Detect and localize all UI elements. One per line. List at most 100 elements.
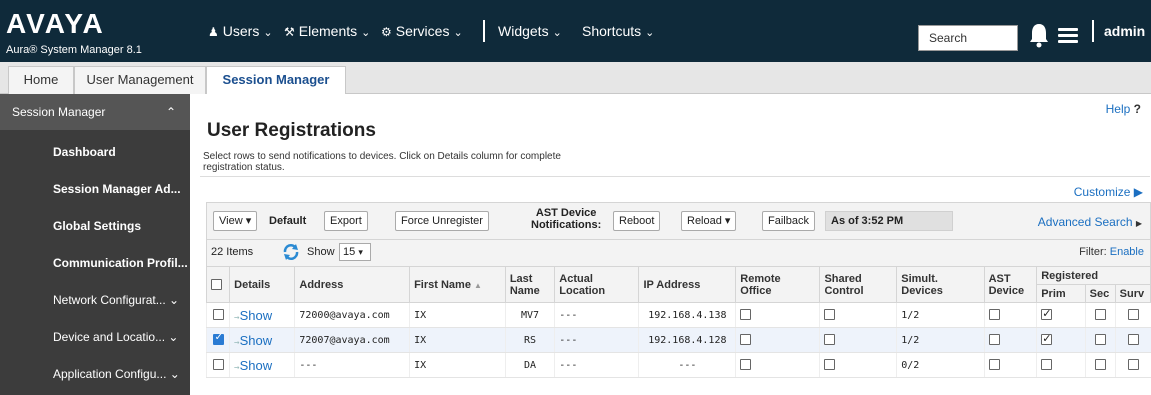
surv-checkbox[interactable] <box>1127 309 1139 321</box>
help-link[interactable]: Help ? <box>1106 102 1141 116</box>
nav-widgets-label: Widgets <box>498 23 549 39</box>
table-row[interactable]: →Show 72000@avaya.com IX MV7 --- 192.168.4.13… <box>205 302 1151 328</box>
details-cell[interactable]: →Show <box>229 302 295 328</box>
show-details-link[interactable]: Show <box>240 308 273 323</box>
sidebar-item-communication-profile[interactable]: Communication Profil... <box>0 245 190 281</box>
advanced-search-link[interactable]: Advanced Search ▶ <box>1038 215 1142 229</box>
chevron-down-icon: ⌄ <box>552 27 562 39</box>
user-menu[interactable]: admin <box>1104 0 1145 62</box>
remote-office-checkbox[interactable] <box>740 334 752 346</box>
remote-office-checkbox[interactable] <box>740 309 752 321</box>
sec-checkbox[interactable] <box>1094 359 1106 371</box>
col-address[interactable]: Address <box>294 266 411 303</box>
view-label: View <box>219 215 243 227</box>
menu-icon[interactable] <box>1058 28 1078 44</box>
ip-cell: --- <box>638 352 736 378</box>
shared-control-checkbox[interactable] <box>824 359 836 371</box>
location-cell: --- <box>554 352 639 378</box>
nav-services[interactable]: ⚙ Services ⌄ <box>381 0 463 62</box>
prim-checkbox[interactable] <box>1041 359 1053 371</box>
nav-shortcuts[interactable]: Shortcuts ⌄ <box>582 0 654 62</box>
sidebar-item-global-settings[interactable]: Global Settings <box>0 208 190 244</box>
col-remote-office[interactable]: Remote Office <box>735 266 821 303</box>
sidebar-item-session-manager-admin[interactable]: Session Manager Ad... <box>0 171 190 207</box>
table-body: →Show 72000@avaya.com IX MV7 --- 192.168.4.13… <box>205 302 1151 378</box>
col-first-name[interactable]: First Name ▲ <box>409 266 506 303</box>
row-select-checkbox[interactable] <box>212 359 224 371</box>
simult-devices-cell: 1/2 <box>896 302 985 328</box>
nav-elements-label: Elements <box>298 23 358 39</box>
prim-checkbox[interactable] <box>1041 307 1053 321</box>
view-dropdown[interactable]: View ▾ <box>213 211 258 231</box>
details-cell[interactable]: →Show <box>229 327 295 353</box>
reload-dropdown[interactable]: Reload ▾ <box>681 211 737 231</box>
nav-users[interactable]: ♟ Users ⌄ <box>208 0 273 62</box>
sidebar-item-device-location[interactable]: Device and Locatio... ⌄ <box>0 319 190 355</box>
item-count: 22 Items <box>211 246 254 258</box>
col-shared-control[interactable]: Shared Control <box>819 266 898 303</box>
page-size-select[interactable]: 15 ▾ <box>339 243 371 261</box>
failback-button[interactable]: Failback <box>762 211 815 231</box>
shared-control-checkbox[interactable] <box>824 309 836 321</box>
advanced-search-label: Advanced Search <box>1037 215 1133 229</box>
sidebar-item-label: Device and Locatio... <box>53 330 166 344</box>
remote-office-cell <box>735 327 820 353</box>
sidebar-item-dashboard[interactable]: Dashboard <box>0 134 190 170</box>
row-select-cell[interactable] <box>205 302 230 328</box>
sec-checkbox[interactable] <box>1094 309 1106 321</box>
select-all-checkbox[interactable] <box>211 279 222 291</box>
ast-device-checkbox[interactable] <box>988 334 1000 346</box>
sec-checkbox[interactable] <box>1094 334 1106 346</box>
col-simult-devices[interactable]: Simult. Devices <box>896 266 985 303</box>
col-surv[interactable]: Surv <box>1114 284 1151 303</box>
surv-checkbox[interactable] <box>1127 334 1139 346</box>
row-select-cell[interactable] <box>205 327 230 353</box>
col-ast-device[interactable]: AST Device <box>983 266 1038 303</box>
tab-home[interactable]: Home <box>8 66 74 94</box>
ast-device-checkbox[interactable] <box>988 359 1000 371</box>
row-select-checkbox[interactable] <box>212 332 224 346</box>
search-input[interactable]: Search <box>918 25 1018 51</box>
export-button[interactable]: Export <box>324 211 368 231</box>
show-details-link[interactable]: Show <box>240 358 273 373</box>
row-select-checkbox[interactable] <box>212 309 224 321</box>
tab-user-management[interactable]: User Management <box>74 66 206 94</box>
ast-device-checkbox[interactable] <box>988 309 1000 321</box>
table-row[interactable]: →Show72007@avaya.comIXRS---192.168.4.128… <box>205 327 1151 353</box>
surv-checkbox[interactable] <box>1127 359 1139 371</box>
chevron-down-icon: ⌄ <box>361 27 371 39</box>
bell-icon[interactable] <box>1028 22 1050 48</box>
row-select-cell[interactable] <box>205 352 230 378</box>
address-cell: 72007@avaya.com <box>294 327 410 353</box>
refresh-icon[interactable] <box>282 243 300 261</box>
prim-checkbox[interactable] <box>1041 332 1053 346</box>
col-registered: Registered <box>1036 266 1151 285</box>
filter-toggle[interactable]: Filter: Enable <box>1079 246 1144 258</box>
sidebar-header-session-manager[interactable]: Session Manager ⌃ <box>0 94 190 130</box>
details-cell[interactable]: →Show <box>229 352 295 378</box>
nav-elements[interactable]: ⚒ Elements ⌄ <box>284 0 370 62</box>
col-last-name[interactable]: Last Name <box>504 266 556 303</box>
col-prim[interactable]: Prim <box>1036 284 1086 303</box>
force-unregister-button[interactable]: Force Unregister <box>395 211 489 231</box>
remote-office-checkbox[interactable] <box>740 359 752 371</box>
last-name-cell: DA <box>504 352 555 378</box>
customize-link[interactable]: Customize ▶ <box>1074 185 1143 199</box>
select-all-header[interactable] <box>205 266 231 303</box>
col-sec[interactable]: Sec <box>1084 284 1116 303</box>
remote-office-cell <box>735 302 820 328</box>
tab-session-manager[interactable]: Session Manager <box>206 66 346 95</box>
col-ip-address[interactable]: IP Address <box>638 266 737 303</box>
show-details-link[interactable]: Show <box>240 333 273 348</box>
shared-control-checkbox[interactable] <box>824 334 836 346</box>
ast-device-cell <box>983 352 1037 378</box>
table-row[interactable]: →Show --- IX DA --- --- 0/2 <box>205 352 1151 378</box>
sidebar-item-network-configuration[interactable]: Network Configurat... ⌄ <box>0 282 190 318</box>
sidebar-item-application-configuration[interactable]: Application Configu... ⌄ <box>0 356 190 392</box>
reboot-button[interactable]: Reboot <box>613 211 661 231</box>
nav-widgets[interactable]: Widgets ⌄ <box>498 0 562 62</box>
col-actual-location[interactable]: Actual Location <box>554 266 640 303</box>
logo[interactable]: AVAYA Aura® System Manager 8.1 <box>0 0 190 62</box>
col-last-name-line1: Last <box>509 272 533 285</box>
user-icon: ♟ <box>208 25 219 39</box>
